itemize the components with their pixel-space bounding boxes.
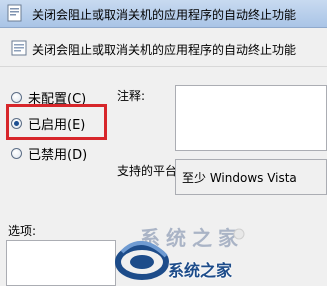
radio-label: 已禁用(D) [28, 147, 88, 163]
watermark-text: 系统之家 [168, 261, 233, 280]
policy-setting-icon [11, 40, 27, 56]
platform-value: 至少 Windows Vista [182, 171, 297, 185]
policy-document-icon [7, 4, 22, 22]
options-panel [6, 240, 116, 286]
title-bar[interactable]: 关闭会阻止或取消关机的应用程序的自动终止功能 [0, 0, 327, 28]
comment-label: 注释: [117, 89, 146, 103]
radio-button[interactable] [11, 91, 22, 103]
policy-name: 关闭会阻止或取消关机的应用程序的自动终止功能 [32, 43, 297, 57]
radio-button[interactable] [11, 147, 22, 159]
window-title: 关闭会阻止或取消关机的应用程序的自动终止功能 [32, 8, 297, 22]
platform-field: 至少 Windows Vista [175, 159, 327, 195]
radio-disabled[interactable]: 已禁用(D) [11, 144, 88, 163]
highlight-annotation [6, 104, 107, 140]
platform-label: 支持的平台: [117, 164, 182, 178]
policy-header: 关闭会阻止或取消关机的应用程序的自动终止功能 [0, 28, 327, 67]
comment-textarea[interactable] [175, 85, 327, 151]
options-label: 选项: [8, 224, 37, 238]
